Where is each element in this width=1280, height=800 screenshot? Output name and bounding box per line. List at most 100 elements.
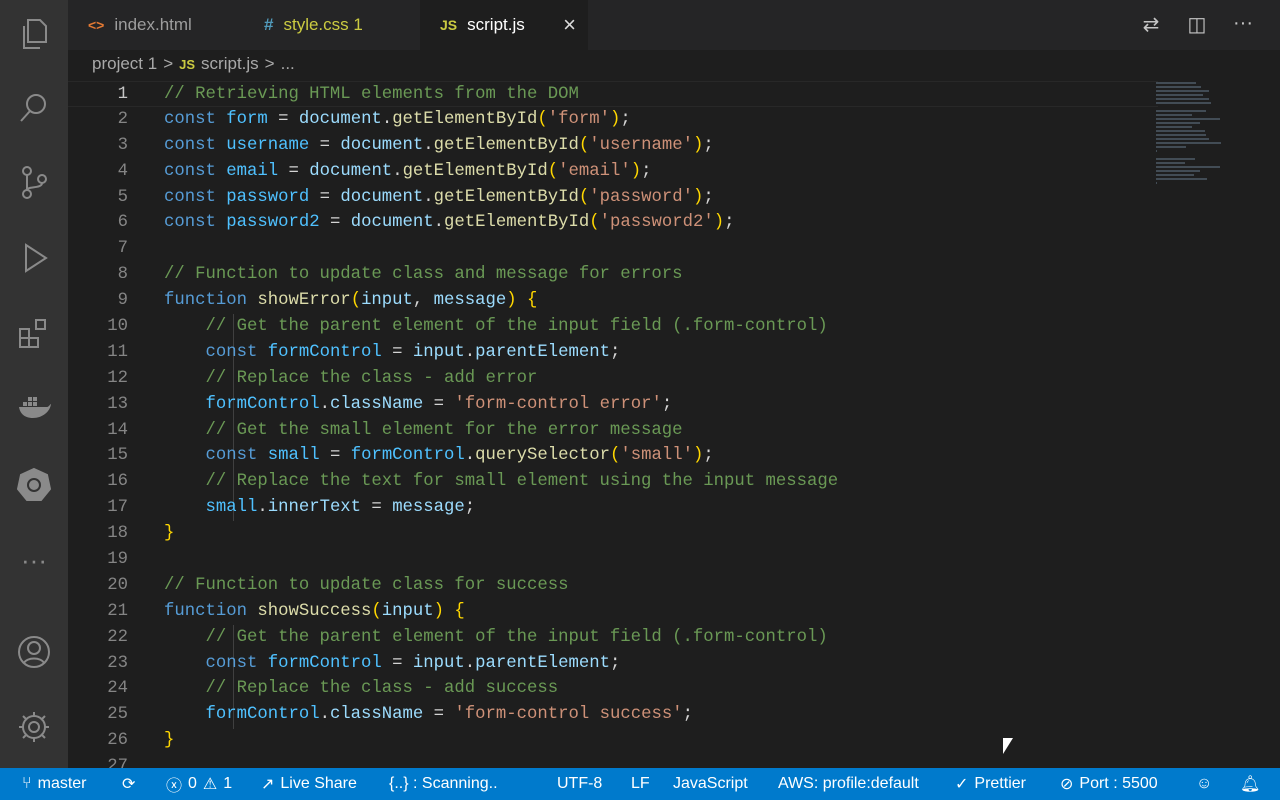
- scanning-status[interactable]: {..} : Scanning..: [389, 768, 498, 800]
- code-line[interactable]: 27: [68, 754, 1158, 768]
- breadcrumb-symbols[interactable]: ...: [281, 54, 295, 74]
- code-token: getElementById: [402, 161, 548, 181]
- live-share-button[interactable]: ↗ Live Share: [261, 768, 357, 800]
- close-tab-icon[interactable]: ×: [563, 12, 576, 38]
- code-token: =: [319, 446, 351, 466]
- notifications-bell-icon[interactable]: 🔔︎: [1240, 768, 1260, 800]
- line-number: 4: [117, 161, 128, 181]
- code-line[interactable]: 15 const small = formControl.querySelect…: [68, 443, 1158, 469]
- code-line[interactable]: 7: [68, 236, 1158, 262]
- tab-style-css[interactable]: # style.css 1: [244, 0, 420, 50]
- minimap-line: [1156, 114, 1192, 116]
- code-text: }: [164, 521, 174, 547]
- minimap-line: [1156, 126, 1192, 128]
- account-icon[interactable]: [14, 632, 54, 672]
- code-token: =: [423, 394, 455, 414]
- code-line[interactable]: 3 const username = document.getElementByI…: [68, 133, 1158, 159]
- branch-name: master: [37, 775, 87, 792]
- code-editor[interactable]: 1 // Retrieving HTML elements from the DO…: [68, 81, 1158, 768]
- tab-index-html[interactable]: <> index.html: [68, 0, 244, 50]
- code-line[interactable]: 4 const email = document.getElementById('…: [68, 159, 1158, 185]
- code-line[interactable]: 8 // Function to update class and message…: [68, 262, 1158, 288]
- eol-status[interactable]: LF: [631, 768, 650, 800]
- code-line[interactable]: 21 function showSuccess(input) {: [68, 599, 1158, 625]
- code-token: password: [226, 187, 310, 207]
- code-token: ): [630, 161, 642, 181]
- live-server-port[interactable]: ⊘ Port : 5500: [1060, 768, 1158, 800]
- code-text: formControl.className = 'form-control er…: [164, 392, 672, 418]
- code-token: password2: [226, 213, 320, 233]
- code-line[interactable]: 10 // Get the parent element of the inpu…: [68, 314, 1158, 340]
- docker-icon[interactable]: [14, 388, 54, 428]
- code-token: formControl: [267, 342, 382, 362]
- code-token: 'username': [589, 135, 693, 155]
- more-icon[interactable]: ···: [14, 540, 54, 580]
- code-token: username: [226, 135, 310, 155]
- code-line[interactable]: 1 // Retrieving HTML elements from the DO…: [68, 81, 1158, 107]
- code-line[interactable]: 9 function showError(input, message) {: [68, 288, 1158, 314]
- kubernetes-icon[interactable]: [14, 464, 54, 504]
- tab-script-js[interactable]: JS script.js ×: [420, 0, 588, 50]
- code-line[interactable]: 20 // Function to update class for succes…: [68, 573, 1158, 599]
- code-token: document: [340, 135, 424, 155]
- code-line[interactable]: 2 const form = document.getElementById('f…: [68, 107, 1158, 133]
- compare-changes-icon[interactable]: ⇄: [1138, 12, 1164, 38]
- explorer-icon[interactable]: [14, 14, 54, 54]
- code-line[interactable]: 26}: [68, 728, 1158, 754]
- js-file-icon: JS: [179, 56, 196, 72]
- source-control-icon[interactable]: [14, 162, 54, 202]
- code-line[interactable]: 19: [68, 547, 1158, 573]
- sync-icon[interactable]: ⟳: [122, 768, 135, 800]
- search-icon[interactable]: [14, 88, 54, 128]
- code-line[interactable]: 22 // Get the parent element of the inpu…: [68, 625, 1158, 651]
- code-text: }: [164, 728, 174, 754]
- branch-status[interactable]: ⑂ master: [22, 768, 87, 800]
- line-number: 21: [107, 601, 128, 621]
- breadcrumb-file[interactable]: script.js: [201, 54, 259, 74]
- run-debug-icon[interactable]: [14, 238, 54, 278]
- code-token: {: [527, 291, 538, 311]
- code-token: ;: [609, 653, 621, 673]
- code-line[interactable]: 18}: [68, 521, 1158, 547]
- code-line[interactable]: 17 small.innerText = message;: [68, 495, 1158, 521]
- code-line[interactable]: 25 formControl.className = 'form-control…: [68, 702, 1158, 728]
- split-editor-icon[interactable]: ◫: [1184, 12, 1210, 38]
- code-token: =: [267, 109, 299, 129]
- code-token: input: [412, 653, 465, 673]
- more-actions-icon[interactable]: ···: [1230, 12, 1256, 38]
- code-line[interactable]: 24 // Replace the class - add success: [68, 676, 1158, 702]
- code-token: ;: [609, 342, 621, 362]
- encoding-status[interactable]: UTF-8: [557, 768, 602, 800]
- language-mode-status[interactable]: JavaScript: [673, 768, 748, 800]
- minimap-line: [1156, 134, 1206, 136]
- code-line[interactable]: 12 // Replace the class - add error: [68, 366, 1158, 392]
- code-token: }: [164, 731, 175, 751]
- code-line[interactable]: 5 const password = document.getElementByI…: [68, 185, 1158, 211]
- minimap[interactable]: [1156, 82, 1236, 212]
- tab-label: script.js: [467, 15, 525, 34]
- prettier-status[interactable]: ✓ Prettier: [955, 768, 1026, 800]
- code-line[interactable]: 16 // Replace the text for small element…: [68, 469, 1158, 495]
- settings-gear-icon[interactable]: [14, 707, 54, 747]
- problems-status[interactable]: ⓧ 0 ⚠ 1: [166, 768, 232, 800]
- prettier-label: Prettier: [974, 775, 1026, 792]
- aws-profile-status[interactable]: AWS: profile:default: [778, 768, 919, 800]
- code-line[interactable]: 11 const formControl = input.parentEleme…: [68, 340, 1158, 366]
- code-line[interactable]: 6 const password2 = document.getElementBy…: [68, 210, 1158, 236]
- line-number: 17: [107, 498, 128, 518]
- code-line[interactable]: 13 formControl.className = 'form-control…: [68, 392, 1158, 418]
- code-line[interactable]: 14 // Get the small element for the erro…: [68, 418, 1158, 444]
- minimap-line: [1156, 146, 1186, 148]
- code-token: ;: [724, 213, 735, 233]
- minimap-line: [1156, 166, 1220, 168]
- breadcrumb-folder[interactable]: project 1: [92, 54, 157, 74]
- code-text: // Function to update class and message …: [164, 262, 683, 288]
- feedback-icon[interactable]: ☺: [1196, 768, 1212, 800]
- no-entry-icon: ⊘: [1060, 776, 1074, 793]
- html-file-icon: <>: [88, 17, 105, 33]
- code-token: formControl: [205, 394, 320, 414]
- extensions-icon[interactable]: [14, 313, 54, 353]
- code-line[interactable]: 23 const formControl = input.parentEleme…: [68, 651, 1158, 677]
